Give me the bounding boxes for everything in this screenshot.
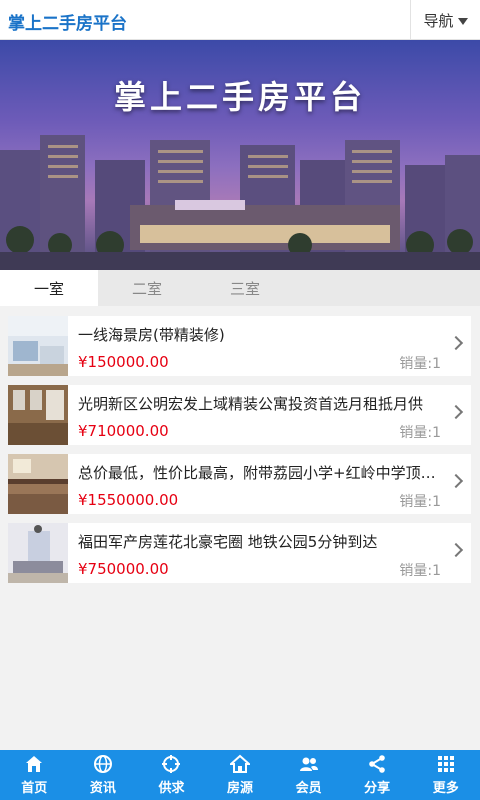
listing-sales: 销量:1: [399, 356, 441, 372]
nav-more[interactable]: 更多: [411, 750, 480, 800]
banner-title: 掌上二手房平台: [113, 78, 366, 116]
nav-members-label: 会员: [295, 781, 322, 796]
listing-sales: 销量:1: [399, 563, 441, 579]
listing-list: 一线海景房(带精装修) ¥150000.00 销量:1 光明新区公明宏发上域精装…: [8, 316, 471, 592]
tab-three-rooms[interactable]: 三室: [196, 270, 294, 306]
house-icon: [230, 754, 251, 773]
members-icon: [299, 757, 318, 771]
list-item[interactable]: 一线海景房(带精装修) ¥150000.00 销量:1: [8, 316, 471, 376]
listing-price: ¥1550000.00: [78, 491, 179, 509]
chevron-right-icon: [448, 473, 464, 489]
nav-home[interactable]: 首页: [0, 750, 69, 800]
globe-icon: [93, 755, 112, 773]
caret-down-icon: [457, 17, 468, 25]
list-item[interactable]: 总价最低，性价比最高，附带荔园小学+红岭中学顶级学位 ¥1550000.00 销…: [8, 454, 471, 514]
nav-supply-demand[interactable]: 供求: [137, 750, 206, 800]
listing-thumbnail: [8, 385, 68, 445]
room-tabs: 一室 二室 三室: [0, 270, 480, 306]
listing-title: 一线海景房(带精装修): [78, 326, 225, 344]
listing-sales: 销量:1: [399, 425, 441, 441]
listing-price: ¥710000.00: [78, 422, 169, 440]
share-icon: [369, 755, 385, 773]
chevron-right-icon: [448, 542, 464, 558]
nav-share[interactable]: 分享: [343, 750, 412, 800]
nav-home-label: 首页: [21, 781, 48, 796]
bottom-nav: 首页 资讯 供求 房源 会员 分享 更多: [0, 750, 480, 800]
chevron-right-icon: [448, 335, 464, 351]
listing-thumbnail: [8, 316, 68, 376]
nav-listings-label: 房源: [227, 781, 254, 796]
target-icon: [162, 755, 181, 773]
listing-title: 光明新区公明宏发上域精装公寓投资首选月租抵月供: [78, 395, 424, 413]
banner-image[interactable]: 掌上二手房平台: [0, 40, 480, 270]
listing-price: ¥750000.00: [78, 560, 169, 578]
home-icon: [26, 756, 43, 772]
app-title: 掌上二手房平台: [8, 14, 127, 34]
listing-thumbnail: [8, 454, 68, 514]
tab-one-room[interactable]: 一室: [0, 270, 98, 306]
nav-more-label: 更多: [432, 781, 459, 796]
nav-news-label: 资讯: [89, 781, 116, 796]
listing-title: 总价最低，性价比最高，附带荔园小学+红岭中学顶级学位: [78, 464, 443, 482]
listing-thumbnail: [8, 523, 68, 583]
tab-two-rooms[interactable]: 二室: [98, 270, 196, 306]
list-item[interactable]: 福田军产房莲花北豪宅圈 地铁公园5分钟到达 ¥750000.00 销量:1: [8, 523, 471, 583]
nav-supply-demand-label: 供求: [158, 781, 185, 796]
nav-menu-label: 导航: [423, 11, 454, 30]
nav-listings[interactable]: 房源: [206, 750, 275, 800]
nav-menu-button[interactable]: 导航: [410, 0, 480, 40]
grid-icon: [437, 756, 454, 772]
nav-news[interactable]: 资讯: [69, 750, 138, 800]
listing-sales: 销量:1: [399, 494, 441, 510]
list-item[interactable]: 光明新区公明宏发上域精装公寓投资首选月租抵月供 ¥710000.00 销量:1: [8, 385, 471, 445]
listing-price: ¥150000.00: [78, 353, 169, 371]
nav-share-label: 分享: [364, 781, 391, 796]
chevron-right-icon: [448, 404, 464, 420]
top-bar: 掌上二手房平台 导航: [0, 0, 480, 40]
nav-members[interactable]: 会员: [274, 750, 343, 800]
listing-title: 福田军产房莲花北豪宅圈 地铁公园5分钟到达: [78, 533, 378, 551]
